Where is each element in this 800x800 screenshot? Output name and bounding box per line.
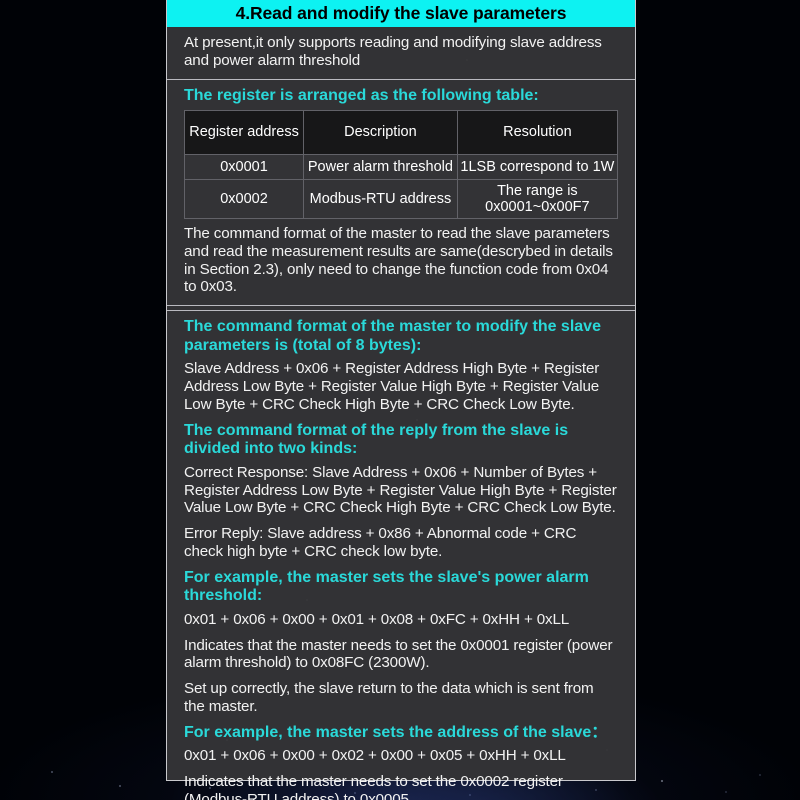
table-header-row: Register address Description Resolution [183,110,619,156]
cell-description: Power alarm threshold [303,154,458,181]
table-header-description: Description [303,110,458,156]
modify-format-text: Slave Address + 0x06 + Register Address … [184,360,600,413]
example-power-alarm-indicates: Indicates that the master needs to set t… [184,636,613,672]
cell-resolution: 1LSB correspond to 1W [456,154,619,181]
modify-section: The command format of the master to modi… [167,310,635,800]
register-table-heading: The register is arranged as the followin… [184,86,539,104]
register-table: Register address Description Resolution … [183,110,619,220]
modify-format-heading: The command format of the master to modi… [184,318,601,354]
register-read-note: The command format of the master to read… [184,225,613,296]
error-reply-text: Error Reply: Slave address + 0x86 + Abno… [184,525,577,560]
example-power-alarm-setup: Set up correctly, the slave return to th… [184,680,594,715]
cell-register-address: 0x0001 [183,154,305,181]
example-address-command: 0x01 + 0x06 + 0x00 + 0x02 + 0x00 + 0x05 … [184,747,566,765]
example-address-heading: For example, the master sets the address… [184,723,608,741]
example-address-indicates: Indicates that the master needs to set t… [184,773,563,800]
reply-format-heading: The command format of the reply from the… [184,421,569,458]
section-title-text: 4.Read and modify the slave parameters [235,3,567,23]
cell-resolution: The range is 0x0001~0x00F7 [456,179,619,220]
cell-description: Modbus-RTU address [303,179,458,220]
table-row: 0x0001 Power alarm threshold 1LSB corres… [183,154,619,181]
table-header-register-address: Register address [183,110,305,156]
intro-section: At present,it only supports reading and … [167,27,635,80]
cell-register-address: 0x0002 [183,179,305,220]
document-panel: 4.Read and modify the slave parameters A… [166,0,636,800]
example-power-alarm-heading: For example, the master sets the slave's… [184,568,589,605]
table-row: 0x0002 Modbus-RTU address The range is 0… [183,179,619,220]
table-header-resolution: Resolution [456,110,619,156]
register-section: The register is arranged as the followin… [167,80,635,307]
correct-response-text: Correct Response: Slave Address + 0x06 +… [184,463,617,517]
example-power-alarm-command: 0x01 + 0x06 + 0x00 + 0x01 + 0x08 + 0xFC … [184,610,570,628]
section-title-bar: 4.Read and modify the slave parameters [167,0,635,27]
intro-text: At present,it only supports reading and … [184,34,602,69]
